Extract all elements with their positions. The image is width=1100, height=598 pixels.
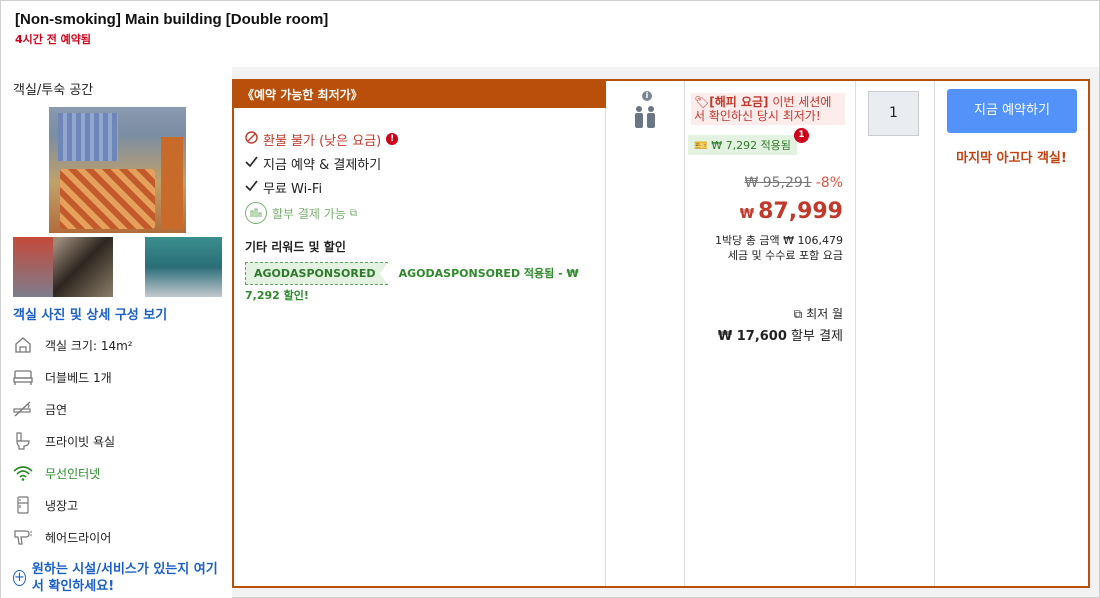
notification-badge: 1 [793,128,809,143]
installment-text: 할부 결제 가능 [272,206,346,221]
amenity-label: 금연 [45,402,68,417]
conditions-column: 《예약 가능한 최저가》 환불 불가 (낮은 요금) ! 지금 예약 & 결제하… [234,81,606,586]
coupon-icon: 🎫 [694,139,708,152]
house-icon [13,335,33,355]
thumbnail-bathroom[interactable] [145,237,222,297]
fridge-icon [13,495,33,515]
room-title: [Non-smoking] Main building [Double room… [15,11,329,28]
recently-booked-text: 4시간 전 예약됨 [15,33,92,46]
price-column: 🏷[해피 요금] 이번 세션에서 확인하신 당시 최저가! 🎫 ₩ 7,292 … [685,81,856,586]
installment-price: ₩ 17,600 할부 결제 [718,325,843,344]
room-photo-door [161,137,183,229]
crossed-out-price: ₩ 95,291 [744,175,812,191]
room-main-photo[interactable] [13,107,222,233]
lowest-price-ribbon: 《예약 가능한 최저가》 [234,81,606,108]
conditions-list: 환불 불가 (낮은 요금) ! 지금 예약 & 결제하기 무료 Wi-Fi 할부… [245,127,399,227]
installment-circle-icon [245,202,267,224]
promo-code-tag: AGODASPONSORED [245,262,389,285]
hairdryer-icon [13,527,33,547]
price-amount: 87,999 [758,199,843,224]
room-quantity-select[interactable]: 1 [868,91,919,136]
thumbnail-building[interactable] [13,237,113,297]
monthly-label: 최저 월 [806,307,843,321]
coupon-applied-text: ₩ 7,292 적용됨 [711,139,791,152]
total-price-info: 1박당 총 금액 ₩ 106,479 세금 및 수수료 포함 요금 [715,233,843,263]
amenity-label: 더블베드 1개 [45,370,112,385]
room-photo-bed [60,169,155,229]
amenity-fridge: 냉장고 [13,489,220,521]
amenity-label: 프라이빗 욕실 [45,434,116,449]
book-now-button[interactable]: 지금 예약하기 [947,89,1077,133]
rewards-title: 기타 리워드 및 할인 [245,240,346,254]
external-link-icon: ⧉ [349,207,358,219]
no-entry-icon [245,130,259,148]
book-now-pay-condition: 지금 예약 & 결제하기 [245,151,398,175]
thumbnail-building-facade [13,237,53,297]
total-per-night: 1박당 총 금액 ₩ 106,479 [715,234,843,247]
room-section-title: 객실/투숙 공간 [13,83,94,98]
checkmark-icon [245,156,259,171]
occupancy[interactable]: i [632,91,662,133]
room-offer-page: [Non-smoking] Main building [Double room… [0,0,1100,598]
last-room-notice: 마지막 아고다 객실! [956,151,1067,166]
room-info-panel: 객실/투숙 공간 객실 사진 및 상세 구성 보기 객실 크기: 14m² 더블… [1,67,232,598]
quantity-column: 1 [856,81,935,586]
installment-suffix: 할부 결제 [786,329,843,344]
coupon-applied-badge[interactable]: 🎫 ₩ 7,292 적용됨 1 [688,128,809,155]
amenity-private-bathroom: 프라이빗 욕실 [13,425,220,457]
non-refundable-condition[interactable]: 환불 불가 (낮은 요금) ! [245,127,399,151]
amenity-hairdryer: 헤어드라이어 [13,521,220,553]
book-now-pay-text: 지금 예약 & 결제하기 [263,157,382,173]
amenity-room-size: 객실 크기: 14m² [13,329,220,361]
alert-icon[interactable]: ! [386,133,399,145]
two-guests-icon [635,106,655,128]
facility-question-link[interactable]: + 원하는 시설/서비스가 있는지 여기서 확인하세요! [13,561,220,595]
checkmark-icon [245,180,259,195]
amenity-list: 객실 크기: 14m² 더블베드 1개 금연 프라이빗 욕실 무선인터넷 냉장고… [13,329,220,553]
amenity-bed: 더블베드 1개 [13,361,220,393]
promo-block: AGODASPONSORED AGODASPONSORED 적용됨 - ₩ 7,… [245,262,590,307]
room-header: [Non-smoking] Main building [Double room… [1,1,1099,67]
price-currency: ₩ [739,207,755,222]
room-photo-curtain [58,113,118,161]
happy-deal-banner: 🏷[해피 요금] 이번 세션에서 확인하신 당시 최저가! [691,93,845,125]
monthly-label-row[interactable]: ⧉ 최저 월 [794,305,843,322]
non-refundable-text: 환불 불가 (낮은 요금) [263,133,382,149]
photo-thumbnails [13,237,222,297]
no-smoking-icon [13,399,33,419]
taxes-included: 세금 및 수수료 포함 요금 [727,249,843,262]
installment-amount: ₩ 17,600 [717,329,787,344]
booking-column: 지금 예약하기 마지막 아고다 객실! [935,81,1088,586]
wifi-icon [13,463,33,483]
toilet-icon [13,431,33,451]
amenity-non-smoking: 금연 [13,393,220,425]
see-room-photos-link[interactable]: 객실 사진 및 상세 구성 보기 [13,304,220,323]
amenity-label: 객실 크기: 14m² [45,338,133,353]
amenity-label: 헤어드라이어 [45,530,112,545]
facility-question-text: 원하는 시설/서비스가 있는지 여기서 확인하세요! [31,562,218,594]
free-wifi-text: 무료 Wi-Fi [263,181,323,197]
occupancy-column: i [606,81,685,586]
final-price: ₩87,999 [740,199,843,224]
deal-label: [해피 요금] [709,95,769,109]
offer-card: 《예약 가능한 최저가》 환불 불가 (낮은 요금) ! 지금 예약 & 결제하… [232,79,1090,588]
amenity-wifi: 무선인터넷 [13,457,220,489]
bed-icon [13,367,33,387]
amenity-label: 냉장고 [45,498,79,513]
discount-percent: -8% [815,175,843,191]
original-price: ₩ 95,291 -8% [744,175,843,191]
external-link-icon: ⧉ [793,307,803,321]
free-wifi-condition: 무료 Wi-Fi [245,175,398,199]
amenity-label: 무선인터넷 [45,466,101,481]
info-icon: i [642,91,652,101]
plus-circle-icon: + [13,570,26,586]
installment-condition[interactable]: 할부 결제 가능 ⧉ [245,199,398,227]
tag-icon: 🏷 [694,95,710,109]
